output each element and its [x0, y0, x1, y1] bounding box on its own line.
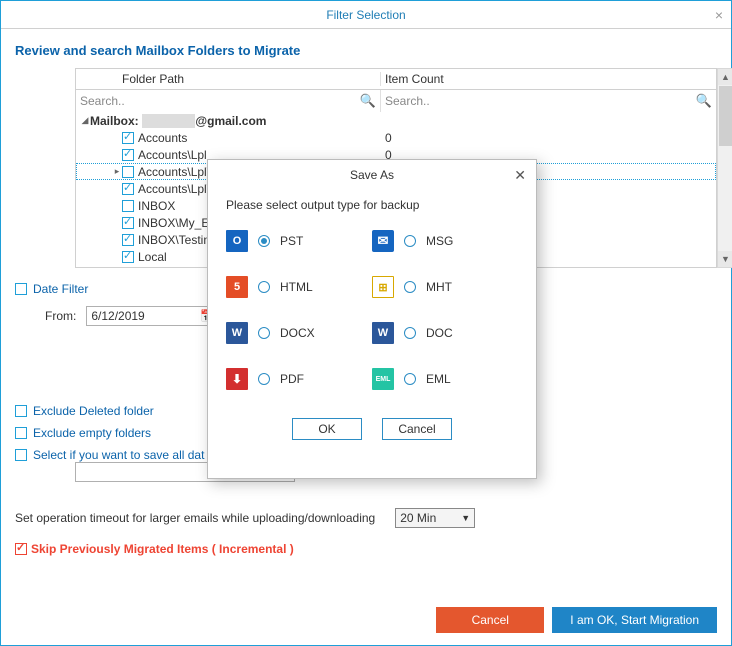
save-all-checkbox[interactable]: [15, 449, 27, 461]
format-label: PDF: [280, 372, 304, 386]
chevron-down-icon: ▼: [461, 513, 470, 523]
search-folder-input[interactable]: Search.. 🔍: [76, 90, 381, 112]
modal-cancel-button[interactable]: Cancel: [382, 418, 452, 440]
tree-scrollbar[interactable]: ▲ ▼: [717, 68, 732, 268]
exclude-deleted-label: Exclude Deleted folder: [33, 404, 154, 418]
cancel-button[interactable]: Cancel: [436, 607, 544, 633]
skip-migrated-label: Skip Previously Migrated Items ( Increme…: [31, 542, 294, 556]
folder-name: Accounts\Lpl: [138, 148, 207, 162]
eml-icon: [372, 368, 394, 390]
folder-checkbox[interactable]: [122, 166, 134, 178]
modal-ok-button[interactable]: OK: [292, 418, 362, 440]
format-option-pdf[interactable]: PDF: [226, 368, 372, 390]
collapse-icon[interactable]: ◢: [80, 115, 90, 126]
dialog-footer: Cancel I am OK, Start Migration: [1, 597, 731, 645]
search-icon[interactable]: 🔍: [360, 93, 376, 109]
date-filter-label: Date Filter: [33, 282, 88, 296]
folder-checkbox[interactable]: [122, 251, 134, 263]
format-option-doc[interactable]: DOC: [372, 322, 518, 344]
window-title: Filter Selection: [326, 8, 405, 22]
modal-close-icon[interactable]: ✕: [514, 160, 526, 190]
format-label: DOCX: [280, 326, 315, 340]
format-label: MHT: [426, 280, 452, 294]
column-item-count[interactable]: Item Count: [381, 72, 716, 86]
scroll-thumb[interactable]: [719, 86, 732, 146]
folder-checkbox[interactable]: [122, 132, 134, 144]
format-label: EML: [426, 372, 451, 386]
modal-message: Please select output type for backup: [226, 198, 518, 212]
format-radio[interactable]: [404, 327, 416, 339]
folder-name: Local: [138, 250, 167, 264]
save-as-dialog: Save As ✕ Please select output type for …: [207, 159, 537, 479]
folder-name: Accounts: [138, 131, 187, 145]
search-count-input[interactable]: Search.. 🔍: [381, 90, 716, 112]
pst-icon: [226, 230, 248, 252]
format-option-eml[interactable]: EML: [372, 368, 518, 390]
format-label: DOC: [426, 326, 453, 340]
doc-icon: [372, 322, 394, 344]
mht-icon: [372, 276, 394, 298]
mailbox-root[interactable]: Mailbox: xxxxxxxx@gmail.com: [90, 114, 266, 128]
format-label: PST: [280, 234, 303, 248]
format-label: MSG: [426, 234, 453, 248]
timeout-label: Set operation timeout for larger emails …: [15, 511, 375, 525]
modal-title: Save As: [350, 168, 394, 182]
save-all-label: Select if you want to save all dat: [33, 448, 204, 462]
date-from-label: From:: [45, 309, 76, 323]
exclude-empty-label: Exclude empty folders: [33, 426, 151, 440]
format-radio[interactable]: [404, 373, 416, 385]
start-migration-button[interactable]: I am OK, Start Migration: [552, 607, 717, 633]
format-option-docx[interactable]: DOCX: [226, 322, 372, 344]
exclude-deleted-checkbox[interactable]: [15, 405, 27, 417]
title-bar: Filter Selection ×: [1, 1, 731, 29]
format-option-mht[interactable]: MHT: [372, 276, 518, 298]
skip-migrated-checkbox[interactable]: [15, 543, 27, 555]
folder-count: 0: [381, 131, 392, 145]
search-icon[interactable]: 🔍: [696, 93, 712, 109]
date-filter-checkbox[interactable]: [15, 283, 27, 295]
format-radio[interactable]: [258, 327, 270, 339]
format-radio[interactable]: [404, 281, 416, 293]
folder-checkbox[interactable]: [122, 234, 134, 246]
column-folder-path[interactable]: Folder Path: [76, 72, 381, 86]
msg-icon: [372, 230, 394, 252]
folder-checkbox[interactable]: [122, 268, 134, 269]
folder-name: INBOX: [138, 199, 175, 213]
format-radio[interactable]: [258, 281, 270, 293]
folder-checkbox[interactable]: [122, 149, 134, 161]
format-option-html[interactable]: HTML: [226, 276, 372, 298]
scroll-up-icon[interactable]: ▲: [718, 69, 732, 85]
format-radio[interactable]: [404, 235, 416, 247]
pdf-icon: [226, 368, 248, 390]
date-from-input[interactable]: 6/12/2019 📅: [86, 306, 220, 326]
docx-icon: [226, 322, 248, 344]
timeout-combo[interactable]: 20 Min ▼: [395, 508, 475, 528]
expand-icon[interactable]: ▸: [112, 166, 122, 177]
format-option-msg[interactable]: MSG: [372, 230, 518, 252]
tree-column-headers: Folder Path Item Count: [75, 68, 717, 90]
folder-checkbox[interactable]: [122, 200, 134, 212]
format-radio[interactable]: [258, 235, 270, 247]
format-radio[interactable]: [258, 373, 270, 385]
section-header: Review and search Mailbox Folders to Mig…: [15, 43, 717, 58]
exclude-empty-checkbox[interactable]: [15, 427, 27, 439]
scroll-down-icon[interactable]: ▼: [718, 251, 732, 267]
format-label: HTML: [280, 280, 313, 294]
folder-checkbox[interactable]: [122, 183, 134, 195]
close-icon[interactable]: ×: [715, 1, 723, 29]
format-option-pst[interactable]: PST: [226, 230, 372, 252]
folder-checkbox[interactable]: [122, 217, 134, 229]
table-row[interactable]: Accounts 0: [76, 129, 716, 146]
html-icon: [226, 276, 248, 298]
